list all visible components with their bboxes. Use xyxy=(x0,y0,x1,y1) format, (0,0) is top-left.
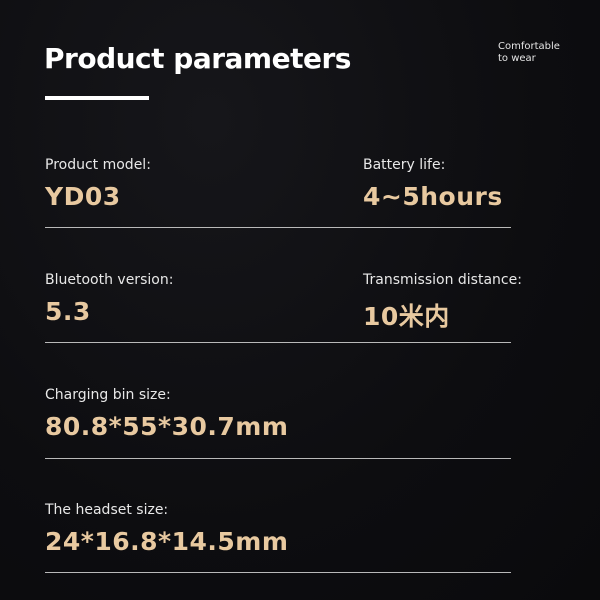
product-model-label: Product model: xyxy=(45,157,151,173)
title-underline xyxy=(45,96,149,100)
transmission-distance-label: Transmission distance: xyxy=(363,272,522,288)
divider xyxy=(45,458,511,459)
charging-bin-size-label: Charging bin size: xyxy=(45,387,171,403)
divider xyxy=(45,227,511,228)
transmission-distance-value: 10米内 xyxy=(363,302,450,331)
charging-bin-size-value: 80.8*55*30.7mm xyxy=(45,412,289,441)
bluetooth-version-label: Bluetooth version: xyxy=(45,272,174,288)
battery-life-value: 4~5hours xyxy=(363,182,503,211)
battery-life-label: Battery life: xyxy=(363,157,446,173)
headset-size-label: The headset size: xyxy=(45,502,169,518)
product-parameters-panel: Product parameters Comfortable to wear P… xyxy=(0,0,600,600)
product-model-value: YD03 xyxy=(45,182,121,211)
tagline: Comfortable to wear xyxy=(498,41,560,64)
headset-size-value: 24*16.8*14.5mm xyxy=(45,527,289,556)
divider xyxy=(45,342,511,343)
page-title: Product parameters xyxy=(44,42,351,75)
divider xyxy=(45,572,511,573)
bluetooth-version-value: 5.3 xyxy=(45,297,91,326)
